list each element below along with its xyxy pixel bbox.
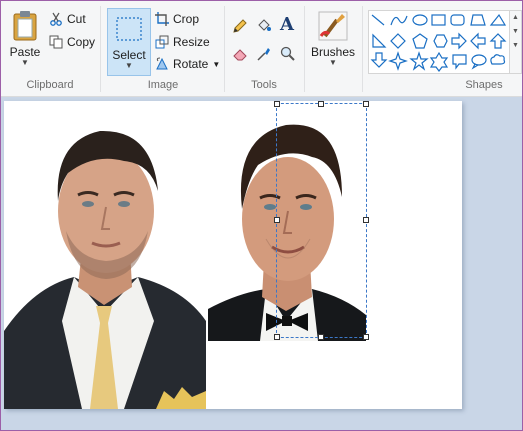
rounded-callout-shape-icon[interactable]: [452, 54, 467, 70]
right-triangle-shape-icon[interactable]: [372, 33, 387, 48]
pencil-icon[interactable]: [232, 18, 248, 34]
cut-label: Cut: [67, 12, 86, 26]
select-label: Select: [112, 48, 146, 62]
copy-label: Copy: [67, 35, 96, 49]
scissors-icon: [50, 12, 62, 26]
pentagon-shape-icon[interactable]: [412, 33, 428, 49]
fill-bucket-icon[interactable]: [256, 18, 272, 34]
rectangle-shape-icon[interactable]: [431, 14, 446, 26]
select-button[interactable]: Select ▼: [107, 8, 151, 76]
text-tool-icon[interactable]: A: [280, 14, 294, 35]
chevron-down-icon: ▼: [21, 58, 29, 67]
crop-label: Crop: [173, 12, 200, 26]
cut-button[interactable]: Cut: [49, 12, 86, 26]
selection-handle[interactable]: [318, 101, 324, 107]
expand-gallery-icon[interactable]: ▼: [510, 39, 521, 53]
divider: [100, 6, 101, 92]
four-point-star-shape-icon[interactable]: [388, 51, 408, 71]
paste-label: Paste: [9, 45, 41, 59]
scroll-down-icon[interactable]: ▼: [510, 25, 521, 39]
selection-handle[interactable]: [363, 217, 369, 223]
resize-label: Resize: [173, 35, 210, 49]
copy-icon: [49, 35, 63, 49]
hexagon-shape-icon[interactable]: [433, 34, 448, 48]
cloud-callout-shape-icon[interactable]: [490, 54, 506, 65]
image-group-label: Image: [147, 79, 179, 91]
selection-handle[interactable]: [274, 334, 280, 340]
selection-handle[interactable]: [363, 334, 369, 340]
crop-button[interactable]: Crop: [155, 12, 199, 26]
brush-icon: [318, 11, 348, 41]
rotate-icon: [156, 57, 168, 70]
clipboard-icon: [13, 11, 37, 41]
down-arrow-shape-icon[interactable]: [370, 52, 388, 68]
chevron-down-icon: ▼: [212, 59, 221, 69]
copy-button[interactable]: Copy: [49, 35, 95, 49]
portrait-left: [4, 101, 206, 409]
rotate-button[interactable]: Rotate ▼: [155, 57, 220, 71]
magnifier-icon[interactable]: [280, 46, 296, 62]
crop-icon: [155, 12, 169, 26]
five-point-star-shape-icon[interactable]: [409, 51, 429, 71]
shapes-gallery[interactable]: [368, 10, 511, 74]
eraser-icon[interactable]: [232, 46, 248, 62]
divider: [304, 6, 305, 92]
rotate-label: Rotate: [173, 57, 209, 71]
drawing-canvas[interactable]: [4, 101, 462, 409]
triangle-shape-icon[interactable]: [489, 13, 507, 26]
color-picker-icon[interactable]: [256, 46, 272, 62]
selection-handle[interactable]: [318, 334, 324, 340]
oval-callout-shape-icon[interactable]: [471, 54, 487, 70]
selection-handle[interactable]: [274, 217, 280, 223]
line-shape-icon[interactable]: [371, 14, 385, 26]
resize-button[interactable]: Resize: [155, 35, 210, 49]
polygon-shape-icon[interactable]: [470, 14, 486, 26]
curve-shape-icon[interactable]: [390, 15, 408, 26]
up-arrow-shape-icon[interactable]: [489, 33, 507, 49]
canvas-area: [0, 97, 523, 431]
right-arrow-shape-icon[interactable]: [451, 32, 467, 50]
shapes-group-label: Shapes: [465, 79, 503, 91]
select-rect-icon: [116, 17, 142, 41]
oval-shape-icon[interactable]: [412, 14, 428, 26]
diamond-shape-icon[interactable]: [390, 33, 406, 49]
clipboard-group-label: Clipboard: [26, 79, 74, 91]
six-point-star-shape-icon[interactable]: [429, 51, 449, 72]
rounded-rectangle-shape-icon[interactable]: [450, 14, 465, 26]
brushes-label: Brushes: [310, 45, 356, 59]
chevron-down-icon: ▼: [125, 61, 133, 70]
paste-button[interactable]: Paste ▼: [8, 10, 42, 67]
brushes-button[interactable]: Brushes ▼: [310, 10, 356, 67]
selection-handle[interactable]: [274, 101, 280, 107]
resize-icon: [155, 35, 169, 49]
shapes-scrollbar[interactable]: ▲ ▼ ▼: [509, 10, 522, 74]
selection-handle[interactable]: [363, 101, 369, 107]
selection-rectangle[interactable]: [276, 103, 367, 338]
divider: [362, 6, 363, 92]
scroll-up-icon[interactable]: ▲: [510, 11, 521, 25]
ribbon: Paste ▼ Cut Copy Clipboard Select ▼ Crop…: [0, 0, 523, 97]
divider: [224, 6, 225, 92]
chevron-down-icon: ▼: [329, 58, 337, 67]
left-arrow-shape-icon[interactable]: [470, 32, 486, 50]
tools-group-label: Tools: [251, 79, 277, 91]
